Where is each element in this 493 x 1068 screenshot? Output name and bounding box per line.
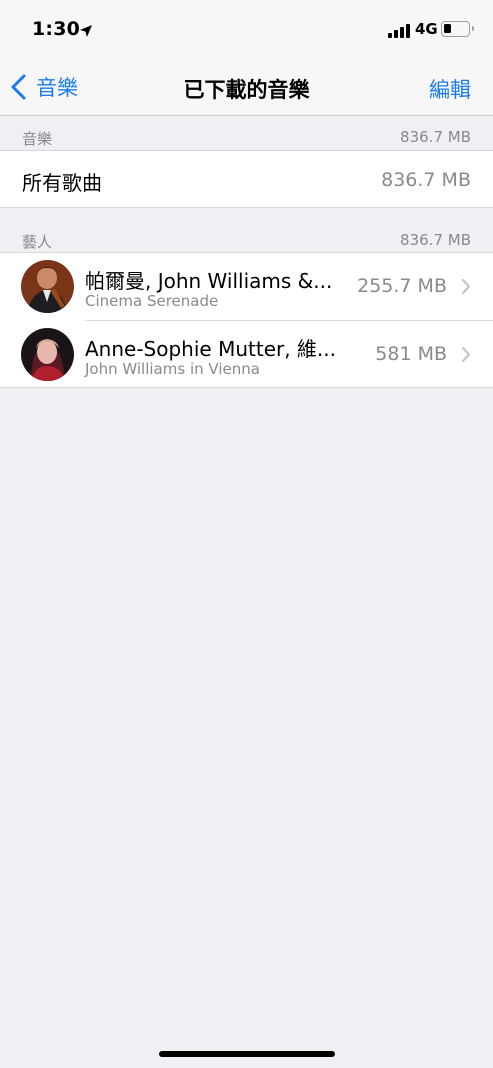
music-section-header: 音樂 836.7 MB [0, 116, 493, 149]
artist-row[interactable]: 帕爾曼, John Williams &... Cinema Serenade … [0, 253, 493, 321]
artist-size: 581 MB [375, 343, 447, 365]
status-bar: 1:30 4G [0, 0, 493, 58]
artists-section-size: 836.7 MB [400, 231, 471, 249]
artist-avatar [21, 260, 74, 313]
all-songs-label: 所有歌曲 [22, 171, 102, 195]
all-songs-size: 836.7 MB [381, 169, 471, 191]
artist-album: Cinema Serenade [85, 292, 219, 310]
artist-row[interactable]: Anne-Sophie Mutter, 維... John Williams i… [0, 321, 493, 389]
status-time: 1:30 [32, 18, 81, 40]
cellular-signal-icon [388, 24, 410, 38]
location-arrow-icon [80, 25, 92, 37]
chevron-right-icon [461, 278, 471, 295]
home-indicator[interactable] [159, 1051, 335, 1057]
artist-avatar [21, 328, 74, 381]
artist-list: 帕爾曼, John Williams &... Cinema Serenade … [0, 252, 493, 388]
artist-album: John Williams in Vienna [85, 360, 260, 378]
edit-button[interactable]: 編輯 [429, 74, 471, 104]
chevron-right-icon [461, 346, 471, 363]
battery-icon [441, 21, 474, 37]
artist-name: 帕爾曼, John Williams &... [85, 269, 333, 293]
network-type: 4G [415, 20, 438, 38]
artists-section-label: 藝人 [22, 233, 53, 251]
artist-size: 255.7 MB [357, 275, 447, 297]
page-title: 已下載的音樂 [183, 78, 310, 102]
all-songs-row[interactable]: 所有歌曲 836.7 MB [0, 150, 493, 208]
music-section-size: 836.7 MB [400, 128, 471, 146]
navigation-bar: 音樂 已下載的音樂 編輯 [0, 58, 493, 116]
music-section-label: 音樂 [22, 130, 53, 148]
artists-section-header: 藝人 836.7 MB [0, 219, 493, 252]
artist-name: Anne-Sophie Mutter, 維... [85, 337, 337, 361]
